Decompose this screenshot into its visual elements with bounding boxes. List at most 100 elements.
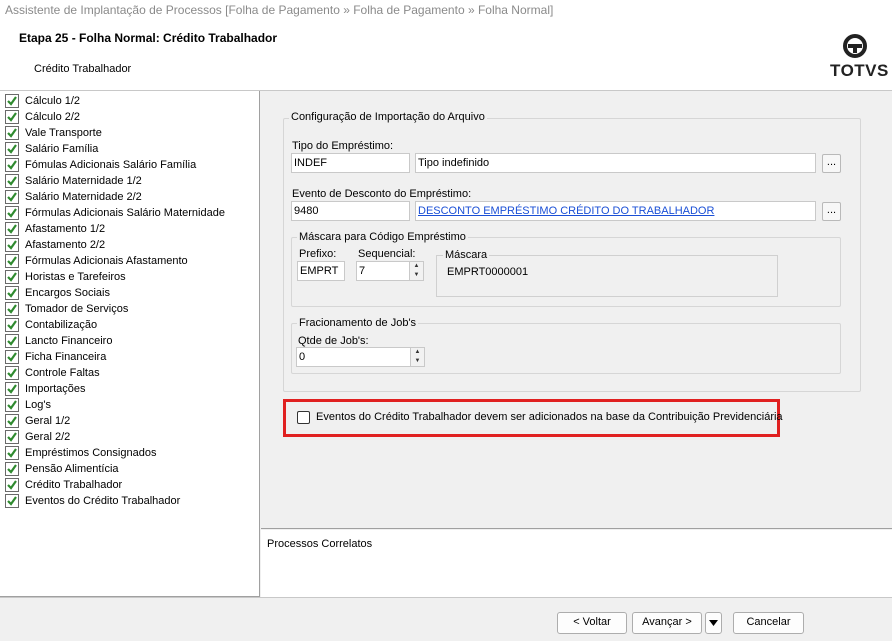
- step-content: Configuração de Importação do Arquivo Ti…: [261, 91, 892, 529]
- completed-check-icon: [5, 414, 19, 428]
- completed-check-icon: [5, 382, 19, 396]
- tree-item[interactable]: Salário Família: [5, 141, 98, 157]
- tree-item[interactable]: Eventos do Crédito Trabalhador: [5, 493, 180, 509]
- qtde-input[interactable]: 0: [296, 347, 425, 367]
- tree-item-label: Fórmulas Adicionais Salário Maternidade: [25, 207, 225, 219]
- tree-item[interactable]: Fórmulas Adicionais Salário Maternidade: [5, 205, 225, 221]
- cancel-button[interactable]: Cancelar: [733, 612, 804, 634]
- tree-item-label: Afastamento 1/2: [25, 223, 106, 235]
- tree-item[interactable]: Lancto Financeiro: [5, 333, 112, 349]
- tree-item-label: Cálculo 1/2: [25, 95, 81, 107]
- window-title: Assistente de Implantação de Processos […: [0, 0, 892, 22]
- contribuicao-checkbox[interactable]: [297, 411, 310, 424]
- completed-check-icon: [5, 110, 19, 124]
- tree-item[interactable]: Salário Maternidade 1/2: [5, 173, 142, 189]
- tree-item[interactable]: Salário Maternidade 2/2: [5, 189, 142, 205]
- tree-item[interactable]: Ficha Financeira: [5, 349, 106, 365]
- tree-item-label: Salário Família: [25, 143, 99, 155]
- tree-item[interactable]: Afastamento 2/2: [5, 237, 105, 253]
- tree-item[interactable]: Log's: [5, 397, 51, 413]
- tree-item-label: Tomador de Serviços: [25, 303, 129, 315]
- tree-item[interactable]: Fómulas Adicionais Salário Família: [5, 157, 196, 173]
- tree-item[interactable]: Cálculo 1/2: [5, 93, 80, 109]
- tipo-label: Tipo do Empréstimo:: [292, 140, 394, 152]
- tree-item[interactable]: Empréstimos Consignados: [5, 445, 156, 461]
- tree-item[interactable]: Geral 1/2: [5, 413, 70, 429]
- tree-item-label: Fómulas Adicionais Salário Família: [25, 159, 197, 171]
- tree-item-label: Importações: [25, 383, 86, 395]
- processos-correlatos-panel: Processos Correlatos: [261, 530, 892, 597]
- next-dropdown-button[interactable]: [705, 612, 722, 634]
- completed-check-icon: [5, 254, 19, 268]
- evento-code-input[interactable]: 9480: [291, 201, 410, 221]
- mascara-value: EMPRT0000001: [447, 266, 529, 278]
- evento-desc-link[interactable]: DESCONTO EMPRÉSTIMO CRÉDITO DO TRABALHAD…: [415, 201, 816, 221]
- completed-check-icon: [5, 206, 19, 220]
- tipo-lookup-button[interactable]: ...: [822, 154, 841, 173]
- completed-check-icon: [5, 478, 19, 492]
- completed-check-icon: [5, 462, 19, 476]
- qtde-stepper[interactable]: ▲ ▼: [410, 348, 424, 366]
- tree-item-label: Geral 1/2: [25, 415, 71, 427]
- prefixo-input[interactable]: EMPRT: [297, 261, 345, 281]
- qtde-label: Qtde de Job's:: [298, 335, 369, 347]
- completed-check-icon: [5, 302, 19, 316]
- sequencial-stepper[interactable]: ▲ ▼: [409, 262, 423, 280]
- spin-up-icon[interactable]: ▲: [411, 348, 424, 357]
- tree-item[interactable]: Encargos Sociais: [5, 285, 110, 301]
- contribuicao-checkbox-label[interactable]: Eventos do Crédito Trabalhador devem ser…: [316, 411, 783, 423]
- next-button[interactable]: Avançar >: [632, 612, 702, 634]
- mascara-group-label: Máscara para Código Empréstimo: [297, 231, 468, 243]
- tree-item[interactable]: Crédito Trabalhador: [5, 477, 122, 493]
- completed-check-icon: [5, 94, 19, 108]
- completed-check-icon: [5, 174, 19, 188]
- completed-check-icon: [5, 142, 19, 156]
- tree-item[interactable]: Vale Transporte: [5, 125, 102, 141]
- tree-item-label: Encargos Sociais: [25, 287, 110, 299]
- completed-check-icon: [5, 222, 19, 236]
- fracionamento-group-label: Fracionamento de Job's: [297, 317, 419, 329]
- tree-item-label: Afastamento 2/2: [25, 239, 106, 251]
- spin-down-icon[interactable]: ▼: [410, 271, 423, 280]
- tree-item-label: Controle Faltas: [25, 367, 100, 379]
- tree-item-label: Empréstimos Consignados: [25, 447, 157, 459]
- back-button[interactable]: < Voltar: [557, 612, 627, 634]
- logo-text: TOTVS: [830, 61, 889, 80]
- tree-item[interactable]: Tomador de Serviços: [5, 301, 128, 317]
- spin-down-icon[interactable]: ▼: [411, 357, 424, 366]
- completed-check-icon: [5, 398, 19, 412]
- tree-item-label: Contabilização: [25, 319, 98, 331]
- tree-item[interactable]: Fórmulas Adicionais Afastamento: [5, 253, 188, 269]
- tree-item[interactable]: Contabilização: [5, 317, 97, 333]
- completed-check-icon: [5, 318, 19, 332]
- tree-item-label: Pensão Alimentícia: [25, 463, 119, 475]
- steps-tree[interactable]: Cálculo 1/2 Cálculo 2/2 Vale Transporte Sal…: [0, 91, 260, 597]
- completed-check-icon: [5, 158, 19, 172]
- completed-check-icon: [5, 126, 19, 140]
- completed-check-icon: [5, 350, 19, 364]
- tree-item[interactable]: Importações: [5, 381, 86, 397]
- tree-item[interactable]: Pensão Alimentícia: [5, 461, 119, 477]
- completed-check-icon: [5, 494, 19, 508]
- totvs-logo: TOTVS: [822, 32, 888, 82]
- step-title: Etapa 25 - Folha Normal: Crédito Trabalh…: [19, 31, 278, 45]
- tree-item-label: Ficha Financeira: [25, 351, 107, 363]
- completed-check-icon: [5, 334, 19, 348]
- completed-check-icon: [5, 430, 19, 444]
- evento-label: Evento de Desconto do Empréstimo:: [292, 188, 472, 200]
- tree-item[interactable]: Cálculo 2/2: [5, 109, 80, 125]
- evento-lookup-button[interactable]: ...: [822, 202, 841, 221]
- tree-item[interactable]: Horistas e Tarefeiros: [5, 269, 126, 285]
- spin-up-icon[interactable]: ▲: [410, 262, 423, 271]
- tree-item[interactable]: Geral 2/2: [5, 429, 70, 445]
- tree-item[interactable]: Afastamento 1/2: [5, 221, 105, 237]
- completed-check-icon: [5, 446, 19, 460]
- tree-item-label: Cálculo 2/2: [25, 111, 81, 123]
- tree-item-label: Salário Maternidade 2/2: [25, 191, 142, 203]
- processos-correlatos-title: Processos Correlatos: [267, 538, 373, 550]
- wizard-header: Etapa 25 - Folha Normal: Crédito Trabalh…: [0, 22, 892, 90]
- chevron-down-icon: [709, 620, 718, 626]
- config-group-label: Configuração de Importação do Arquivo: [289, 111, 487, 123]
- tipo-code-input[interactable]: INDEF: [291, 153, 410, 173]
- tree-item[interactable]: Controle Faltas: [5, 365, 100, 381]
